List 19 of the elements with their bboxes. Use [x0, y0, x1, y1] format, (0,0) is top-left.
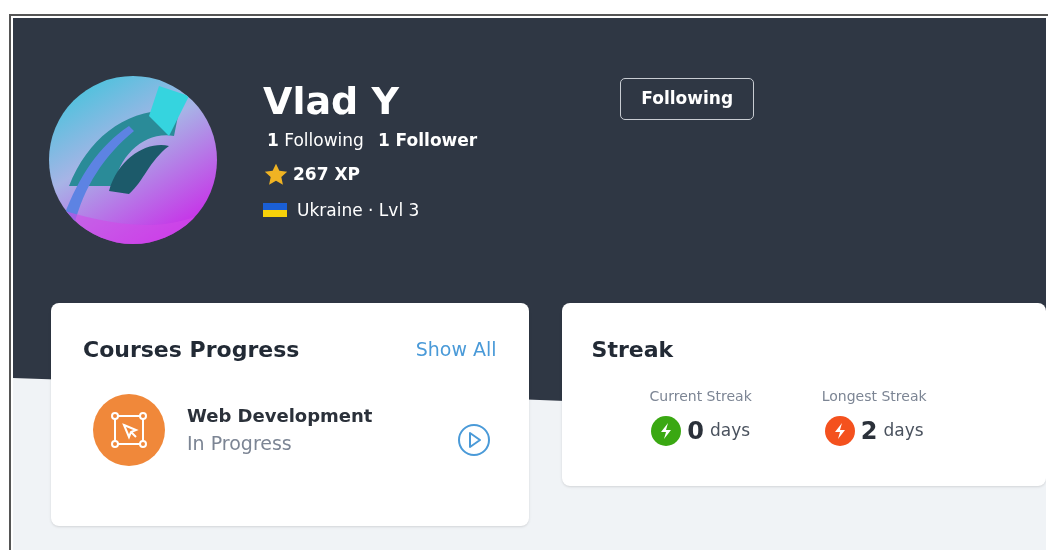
- course-status: In Progress: [187, 431, 293, 457]
- following-link[interactable]: 1 Following: [267, 128, 364, 154]
- following-button[interactable]: Following: [620, 78, 755, 120]
- streak-unit: days: [709, 419, 751, 443]
- location-level: Ukraine · Lvl 3: [297, 198, 420, 222]
- course-title[interactable]: Web Development: [187, 402, 373, 430]
- flag-icon: [263, 203, 287, 218]
- streak-label: Current Streak: [649, 387, 752, 406]
- play-icon[interactable]: [456, 423, 491, 457]
- card-title: Courses Progress: [83, 336, 300, 364]
- card-title: Streak: [591, 336, 675, 364]
- xp-count: 267 XP: [293, 162, 360, 186]
- streak-value: 0: [687, 416, 704, 447]
- profile-name: Vlad Y: [263, 78, 401, 124]
- streak-label: Longest Streak: [821, 387, 927, 406]
- followers-link[interactable]: 1 Follower: [377, 128, 478, 154]
- streak-value: 2: [860, 416, 878, 447]
- streak-unit: days: [883, 419, 924, 443]
- course-icon: [93, 394, 165, 466]
